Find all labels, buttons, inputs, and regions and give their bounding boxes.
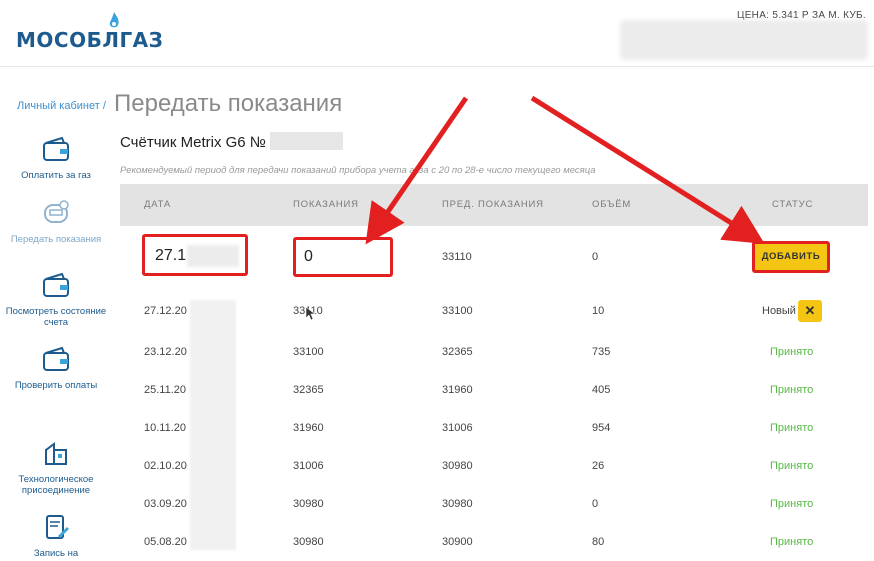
- volume-cell: 0: [592, 498, 599, 510]
- status-accepted: Принято: [770, 536, 814, 548]
- prev-reading-cell: 30900: [442, 536, 473, 548]
- column-header-status: СТАТУС: [772, 199, 814, 210]
- date-cell: 27.12.20: [144, 305, 187, 317]
- sidebar-item-tech-connection[interactable]: Технологическое присоединение: [0, 438, 112, 496]
- prev-reading-cell: 31960: [442, 384, 473, 396]
- reading-cell: 31960: [293, 422, 324, 434]
- sidebar-item-check-payments[interactable]: Проверить оплаты: [0, 344, 112, 391]
- reading-cell: 30980: [293, 498, 324, 510]
- user-info-blurred: [620, 20, 868, 60]
- status-accepted: Принято: [770, 384, 814, 396]
- date-cell: 05.08.20: [144, 536, 187, 548]
- sidebar-item-label: Посмотреть состояние счета: [5, 306, 107, 328]
- meter-icon: [44, 200, 69, 223]
- reading-cell: 33100: [293, 346, 324, 358]
- date-cell: 23.12.20: [144, 346, 187, 358]
- volume-cell: 954: [592, 422, 611, 434]
- sidebar-item-label: Передать показания: [10, 234, 102, 245]
- reading-cell: 30980: [293, 536, 324, 548]
- meter-number-blurred: [270, 132, 343, 150]
- sidebar-item-label: Проверить оплаты: [14, 380, 98, 391]
- wallet-icon: [43, 346, 69, 371]
- status-accepted: Принято: [770, 346, 814, 358]
- flame-icon: [109, 12, 119, 28]
- date-blurred: [187, 245, 239, 267]
- reading-cell: 32365: [293, 384, 324, 396]
- reading-cell: 31006: [293, 460, 324, 472]
- prev-reading-cell: 31006: [442, 422, 473, 434]
- reading-input[interactable]: 0: [293, 237, 393, 277]
- date-cell: 10.11.20: [144, 422, 187, 434]
- breadcrumb-link[interactable]: Личный кабинет /: [17, 100, 106, 112]
- building-icon: [45, 442, 67, 465]
- prev-reading-cell: 32365: [442, 346, 473, 358]
- prev-reading-cell: 30980: [442, 498, 473, 510]
- add-button[interactable]: ДОБАВИТЬ: [752, 241, 830, 273]
- date-cell: 02.10.20: [144, 460, 187, 472]
- reading-input-value: 0: [304, 248, 313, 265]
- sidebar-item-account-status[interactable]: Посмотреть состояние счета: [0, 270, 112, 328]
- date-input-value: 27.1: [155, 247, 187, 264]
- column-header-reading: ПОКАЗАНИЯ: [293, 199, 359, 210]
- dates-blurred: [190, 300, 236, 550]
- prev-reading-cell: 30980: [442, 460, 473, 472]
- volume-cell: 10: [592, 305, 605, 317]
- date-cell: 03.09.20: [144, 498, 187, 510]
- status-new: Новый: [762, 305, 796, 317]
- sidebar-item-submit-readings[interactable]: Передать показания: [0, 198, 112, 245]
- volume-cell: 735: [592, 346, 611, 358]
- document-edit-icon: [46, 515, 69, 539]
- sidebar-item-label: Оплатить за газ: [21, 170, 91, 181]
- sidebar-item-label: Запись на: [33, 548, 79, 559]
- volume-cell: 405: [592, 384, 611, 396]
- page-title: Передать показания: [114, 90, 343, 117]
- status-accepted: Принято: [770, 422, 814, 434]
- volume-cell: 0: [592, 251, 599, 263]
- cursor-icon: [306, 307, 316, 321]
- wallet-icon: [43, 136, 69, 161]
- submission-period-note: Рекомендуемый период для передачи показа…: [120, 165, 596, 176]
- date-input[interactable]: 27.1: [142, 234, 248, 276]
- column-header-prev-reading: ПРЕД. ПОКАЗАНИЯ: [442, 199, 544, 210]
- top-bar: МОСОБЛГАЗ ЦЕНА: 5.341 Р ЗА М. КУБ.: [0, 0, 874, 67]
- status-accepted: Принято: [770, 460, 814, 472]
- wallet-icon: [43, 272, 69, 297]
- sidebar-item-label: Технологическое присоединение: [18, 474, 94, 496]
- volume-cell: 80: [592, 536, 605, 548]
- meter-title: Счётчик Metrix G6 №: [120, 134, 266, 151]
- delete-reading-button[interactable]: ✕: [798, 300, 822, 322]
- prev-reading-cell: 33110: [442, 251, 472, 263]
- prev-reading-cell: 33100: [442, 305, 473, 317]
- column-header-volume: ОБЪЁМ: [592, 199, 632, 210]
- column-header-date: ДАТА: [144, 199, 172, 210]
- status-accepted: Принято: [770, 498, 814, 510]
- logo[interactable]: МОСОБЛГАЗ: [16, 28, 163, 52]
- date-cell: 25.11.20: [144, 384, 187, 396]
- sidebar-item-pay-gas[interactable]: Оплатить за газ: [0, 134, 112, 181]
- volume-cell: 26: [592, 460, 605, 472]
- table-header: ДАТА ПОКАЗАНИЯ ПРЕД. ПОКАЗАНИЯ ОБЪЁМ СТА…: [120, 184, 868, 226]
